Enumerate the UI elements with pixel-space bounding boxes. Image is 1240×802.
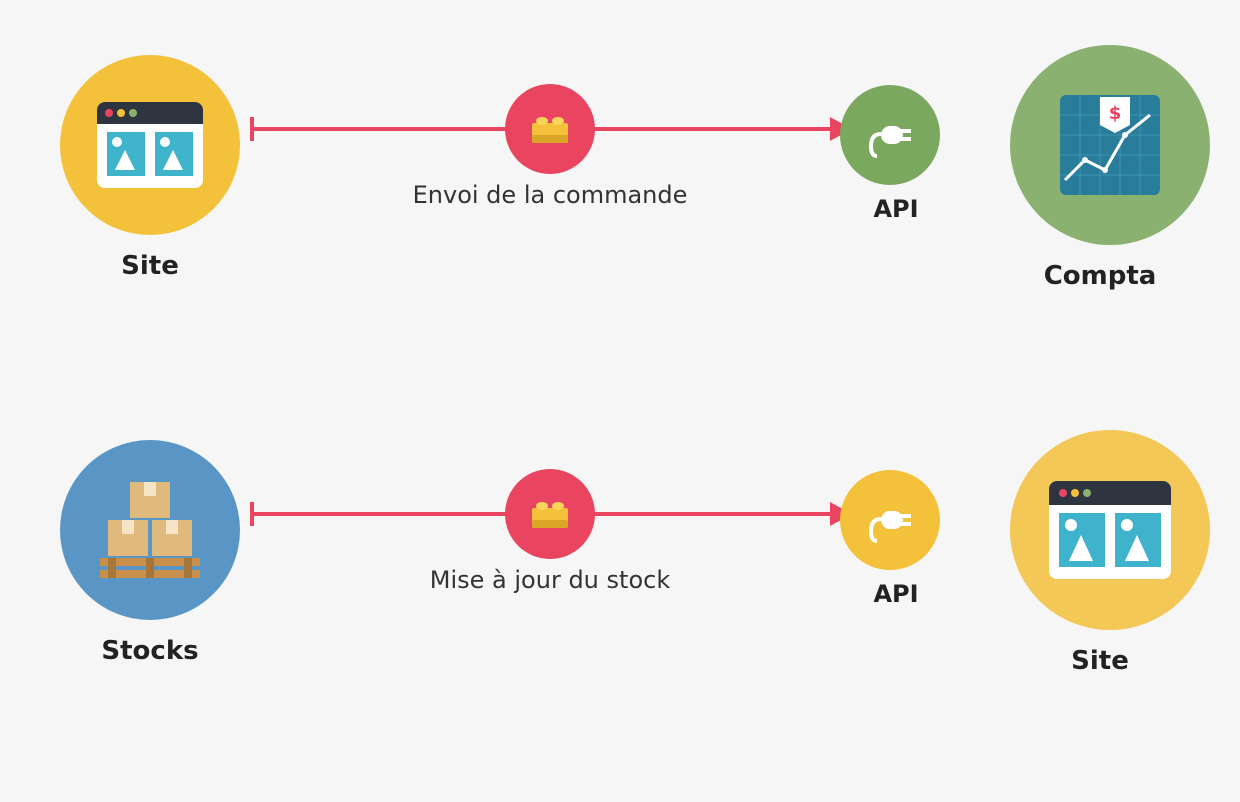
site-target-circle	[1010, 430, 1210, 630]
plug-icon	[863, 493, 917, 547]
label-compta: Compta	[1000, 261, 1200, 291]
boxes-pallet-icon	[90, 470, 210, 590]
api-label-2: API	[846, 580, 946, 608]
label-site-target: Site	[1000, 646, 1200, 676]
node-compta-target: API $ Compta	[850, 45, 1190, 291]
compta-circle: $	[1010, 45, 1210, 245]
flow-row-2: Stocks Mise à jour du stock API	[0, 430, 1240, 676]
action-label-1: Envoi de la commande	[413, 181, 688, 209]
lego-brick-icon	[528, 496, 572, 532]
lego-brick-icon	[528, 111, 572, 147]
api-circle-1	[840, 85, 940, 185]
plug-icon	[863, 108, 917, 162]
browser-window-icon	[1045, 477, 1175, 583]
api-circle-2	[840, 470, 940, 570]
lego-block-circle-1	[505, 84, 595, 174]
label-site: Site	[121, 251, 179, 281]
stocks-icon-circle	[60, 440, 240, 620]
lego-block-circle-2	[505, 469, 595, 559]
browser-window-icon	[95, 100, 205, 190]
arrow-area-1: Envoi de la commande	[250, 78, 850, 258]
arrow-area-2: Mise à jour du stock	[250, 463, 850, 643]
arrow-line-2	[250, 512, 850, 516]
svg-text:$: $	[1109, 103, 1122, 124]
api-label-1: API	[846, 195, 946, 223]
site-icon-circle	[60, 55, 240, 235]
node-site-target: API Site	[850, 430, 1190, 676]
node-site-source: Site	[50, 55, 250, 281]
chart-icon: $	[1050, 85, 1170, 205]
flow-row-1: Site Envoi de la commande API	[0, 45, 1240, 291]
label-stocks: Stocks	[101, 636, 198, 666]
arrow-line-1	[250, 127, 850, 131]
action-label-2: Mise à jour du stock	[430, 566, 670, 594]
node-stocks-source: Stocks	[50, 440, 250, 666]
